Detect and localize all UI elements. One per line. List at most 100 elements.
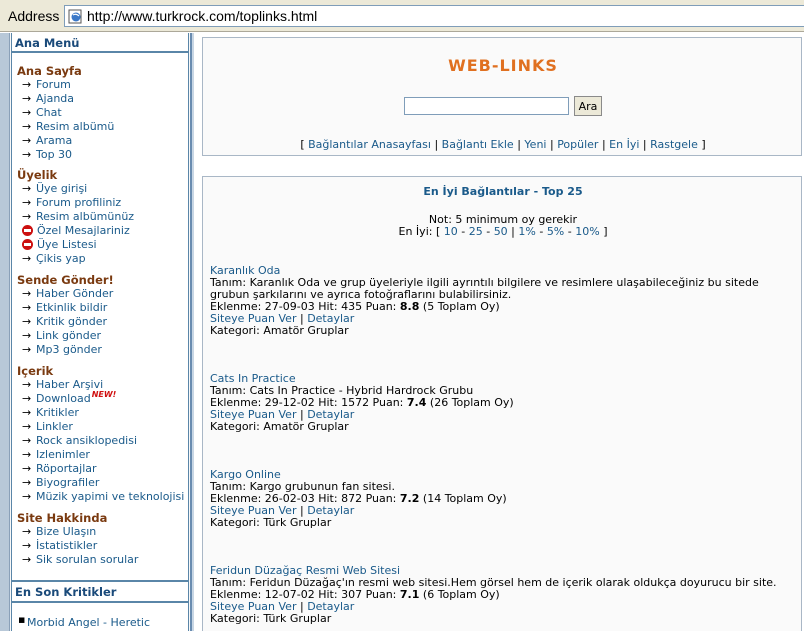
bullet-icon: ▪	[18, 613, 26, 626]
weblinks-logo: WEB-LINKS	[448, 56, 558, 75]
menu-item-chat[interactable]: → Chat	[22, 105, 62, 119]
arrow-right-icon: →	[22, 77, 32, 91]
arrow-right-icon: →	[22, 419, 32, 433]
menu-item-top-30[interactable]: → Top 30	[22, 147, 72, 161]
best-50-link[interactable]: 50	[494, 225, 508, 238]
menu-item-muzik-yapimi[interactable]: → Müzik yapimi ve teknolojisi	[22, 489, 184, 503]
nav-new-link[interactable]: Yeni	[524, 138, 546, 151]
critics-title: En Son Kritikler	[15, 585, 117, 599]
link-entry: Kargo Online Tanım: Kargo grubunun fan s…	[210, 469, 795, 529]
best-5pct-link[interactable]: 5%	[547, 225, 564, 238]
link-category: Kategori: Türk Gruplar	[210, 516, 332, 529]
arrow-right-icon: →	[22, 447, 32, 461]
menu-item-forum[interactable]: → Forum	[22, 77, 71, 91]
arrow-right-icon: →	[22, 314, 32, 328]
arrow-right-icon: →	[22, 300, 32, 314]
arrow-right-icon: →	[22, 195, 32, 209]
section-title-ana-sayfa: Ana Sayfa	[17, 64, 82, 78]
section-title-uyelik: Üyelik	[17, 168, 58, 182]
arrow-right-icon: →	[22, 105, 32, 119]
arrow-right-icon: →	[22, 461, 32, 475]
menu-item-kritikler[interactable]: → Kritikler	[22, 405, 79, 419]
menu-item-etkinlik-bildir[interactable]: → Etkinlik bildir	[22, 300, 107, 314]
arrow-right-icon: →	[22, 538, 32, 552]
menu-item-rock-ansiklopedisi[interactable]: → Rock ansiklopedisi	[22, 433, 137, 447]
nav-random-link[interactable]: Rastgele	[650, 138, 698, 151]
best-filter: En İyi: [ 10 - 25 - 50 | 1% - 5% - 10% ]	[398, 225, 608, 238]
arrow-right-icon: →	[22, 342, 32, 356]
search-button[interactable]: Ara	[574, 96, 602, 116]
nav-home-link[interactable]: Bağlantılar Anasayfası	[308, 138, 431, 151]
link-description: Tanım: Karanlık Oda ve grup üyeleriyle i…	[210, 276, 759, 301]
menu-item-sss[interactable]: → Sik sorulan sorular	[22, 552, 138, 566]
arrow-right-icon: →	[22, 377, 32, 391]
no-entry-icon	[22, 238, 33, 250]
arrow-right-icon: →	[22, 133, 32, 147]
nav-best-link[interactable]: En İyi	[609, 138, 639, 151]
best-10-link[interactable]: 10	[444, 225, 458, 238]
arrow-right-icon: →	[22, 328, 32, 342]
arrow-right-icon: →	[22, 524, 32, 538]
section-title-sende-gonder: Sende Gönder!	[17, 273, 114, 287]
arrow-right-icon: →	[22, 475, 32, 489]
menu-item-resim-albumunuz[interactable]: → Resim albümünüz	[22, 209, 134, 223]
address-bar: Address http://www.turkrock.com/toplinks…	[0, 0, 804, 32]
left-menu: Ana Menü Ana Sayfa → Forum → Ajanda → Chat …	[0, 33, 194, 631]
arrow-right-icon: →	[22, 433, 32, 447]
page-icon	[68, 9, 82, 24]
new-badge: NEW!	[91, 389, 117, 399]
menu-item-arama[interactable]: → Arama	[22, 133, 72, 147]
link-category: Kategori: Amatör Gruplar	[210, 324, 349, 337]
nav-add-link[interactable]: Bağlantı Ekle	[442, 138, 514, 151]
menu-item-izlenimler[interactable]: → Izlenimler	[22, 447, 90, 461]
menu-item-cikis-yap[interactable]: → Çikis yap	[22, 251, 86, 265]
arrow-right-icon: →	[22, 391, 32, 405]
critics-title-rule	[12, 601, 188, 603]
best-25-link[interactable]: 25	[469, 225, 483, 238]
list-title: En İyi Bağlantılar - Top 25	[423, 185, 583, 198]
link-category: Kategori: Türk Gruplar	[210, 612, 332, 625]
menu-item-bize-ulasin[interactable]: → Bize Ulaşın	[22, 524, 96, 538]
menu-item-biyografiler[interactable]: → Biyografiler	[22, 475, 99, 489]
arrow-right-icon: →	[22, 489, 32, 503]
search-input[interactable]	[404, 97, 569, 115]
menu-item-roportajlar[interactable]: → Röportajlar	[22, 461, 97, 475]
menu-item-ozel-mesajlar[interactable]: Özel Mesajlariniz	[22, 223, 130, 237]
critics-top-rule	[12, 580, 188, 582]
arrow-right-icon: →	[22, 181, 32, 195]
no-entry-icon	[22, 224, 33, 236]
menu-item-mp3-gonder[interactable]: → Mp3 gönder	[22, 342, 102, 356]
best-1pct-link[interactable]: 1%	[518, 225, 535, 238]
menu-item-download[interactable]: → Download NEW!	[22, 389, 117, 405]
arrow-right-icon: →	[22, 286, 32, 300]
link-entry: Cats In Practice Tanım: Cats In Practice…	[210, 373, 795, 433]
menu-item-ajanda[interactable]: → Ajanda	[22, 91, 74, 105]
menu-item-resim-albumu[interactable]: → Resim albümü	[22, 119, 114, 133]
main-content: WEB-LINKS Ara [ Bağlantılar Anasayfası |…	[196, 33, 804, 631]
menu-item-uye-listesi[interactable]: Üye Listesi	[22, 237, 97, 251]
link-entry: Feridun Düzağaç Resmi Web Sitesi Tanım: …	[210, 565, 795, 625]
links-nav: [ Bağlantılar Anasayfası | Bağlantı Ekle…	[300, 138, 706, 151]
address-url[interactable]: http://www.turkrock.com/toplinks.html	[87, 8, 317, 24]
nav-popular-link[interactable]: Popüler	[557, 138, 598, 151]
menu-item-linkler[interactable]: → Linkler	[22, 419, 73, 433]
left-border-strip	[0, 33, 10, 631]
menu-item-kritik-gonder[interactable]: → Kritik gönder	[22, 314, 107, 328]
menu-item-forum-profiliniz[interactable]: → Forum profiliniz	[22, 195, 121, 209]
best-10pct-link[interactable]: 10%	[575, 225, 599, 238]
menu-item-istatistikler[interactable]: → İstatistikler	[22, 538, 97, 552]
arrow-right-icon: →	[22, 119, 32, 133]
arrow-right-icon: →	[22, 147, 32, 161]
weblinks-header-box: WEB-LINKS Ara [ Bağlantılar Anasayfası |…	[202, 37, 802, 156]
menu-divider-strip	[190, 33, 194, 631]
menu-item-link-gonder[interactable]: → Link gönder	[22, 328, 101, 342]
section-title-icerik: Içerik	[17, 364, 54, 378]
critics-item[interactable]: Morbid Angel - Heretic	[27, 615, 150, 629]
address-field[interactable]: http://www.turkrock.com/toplinks.html	[64, 5, 804, 27]
arrow-right-icon: →	[22, 91, 32, 105]
menu-title-rule	[12, 51, 188, 53]
top-links-box: En İyi Bağlantılar - Top 25 Not: 5 minim…	[202, 176, 802, 631]
menu-item-uye-girisi[interactable]: → Üye girişi	[22, 181, 87, 195]
link-category: Kategori: Amatör Gruplar	[210, 420, 349, 433]
menu-item-haber-gonder[interactable]: → Haber Gönder	[22, 286, 113, 300]
